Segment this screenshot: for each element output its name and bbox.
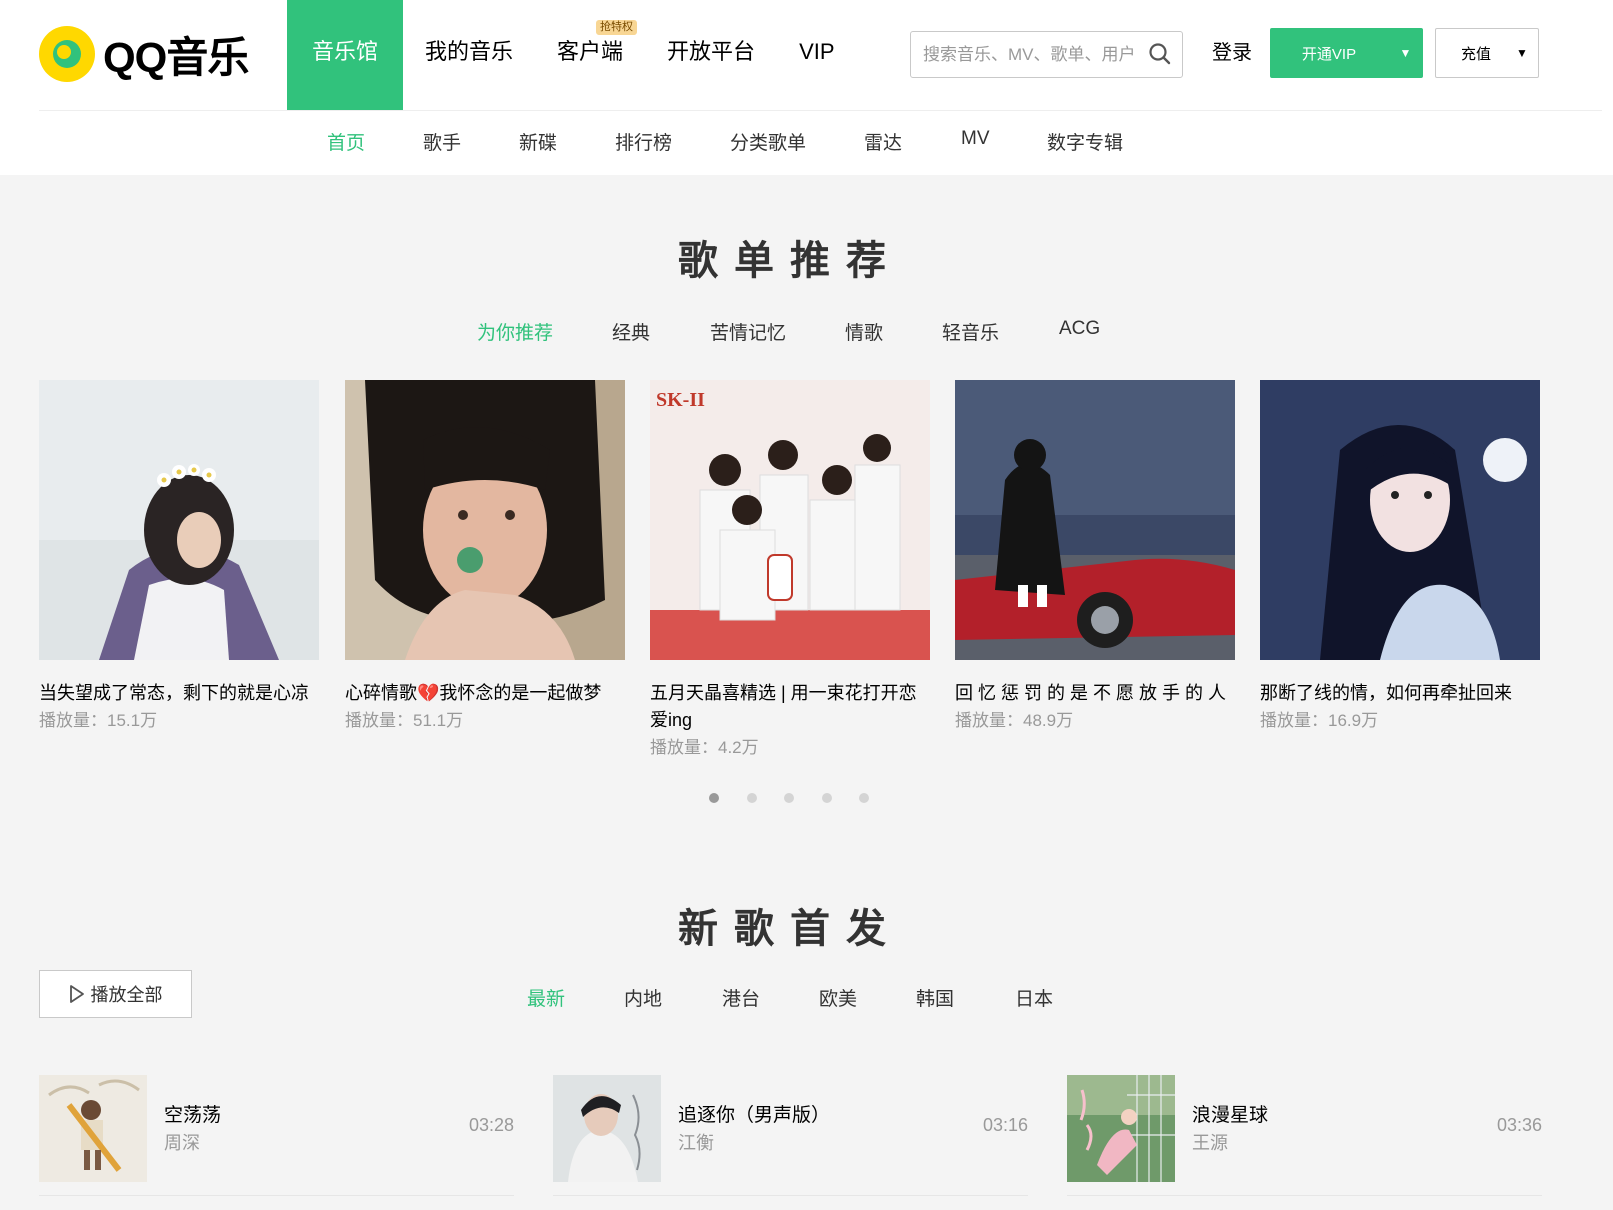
- tab-latest[interactable]: 最新: [527, 984, 565, 1011]
- tab-mainland[interactable]: 内地: [624, 984, 662, 1011]
- open-vip-label: 开通VIP: [1301, 45, 1357, 63]
- topnav-open-platform[interactable]: 开放平台: [645, 0, 777, 110]
- playlist-cover[interactable]: [39, 380, 319, 660]
- play-icon: [69, 985, 84, 1003]
- play-count: 播放量：16.9万: [1260, 711, 1379, 730]
- subnav-charts[interactable]: 排行榜: [615, 128, 672, 155]
- playlist-section-title: 歌单推荐: [678, 239, 902, 283]
- svg-text:SK-II: SK-II: [656, 389, 705, 411]
- playlist-title[interactable]: 五月天晶喜精选 | 用一束花打开恋爱ing: [650, 680, 930, 734]
- subnav-mv[interactable]: MV: [961, 128, 990, 150]
- play-count: 播放量：51.1万: [345, 711, 464, 730]
- playlist-title[interactable]: 那断了线的情，如何再牵扯回来: [1260, 680, 1540, 707]
- tab-light-music[interactable]: 轻音乐: [942, 318, 999, 345]
- subnav-digital-albums[interactable]: 数字专辑: [1047, 128, 1123, 155]
- topnav-label: 开放平台: [667, 39, 756, 64]
- song-cover[interactable]: [553, 1075, 661, 1182]
- open-vip-button[interactable]: 开通VIP ▼: [1270, 28, 1423, 78]
- playlist-cover[interactable]: [955, 380, 1235, 660]
- search-input[interactable]: [923, 32, 1148, 77]
- caret-down-icon[interactable]: ▼: [1388, 46, 1423, 60]
- carousel-dot[interactable]: [784, 793, 794, 803]
- playlist-title[interactable]: 当失望成了常态，剩下的就是心凉: [39, 680, 319, 707]
- tab-for-you[interactable]: 为你推荐: [477, 318, 553, 345]
- song-title[interactable]: 空荡荡: [164, 1100, 221, 1127]
- song-item[interactable]: 追逐你（男声版） 江衡 03:16: [553, 1075, 1028, 1196]
- qq-music-logo[interactable]: QQ音乐: [39, 26, 249, 82]
- site-header: QQ音乐 音乐馆 我的音乐 客户端 抢特权 开放平台 VIP 登录 开通VIP …: [0, 0, 1613, 175]
- subnav-new-albums[interactable]: 新碟: [519, 128, 557, 155]
- playlist-card[interactable]: 当失望成了常态，剩下的就是心凉 播放量：15.1万: [39, 380, 319, 734]
- topnav-label: 客户端: [557, 39, 624, 64]
- subnav-playlists[interactable]: 分类歌单: [730, 128, 806, 155]
- recharge-button[interactable]: 充值 ▼: [1435, 28, 1539, 78]
- tab-acg[interactable]: ACG: [1059, 318, 1100, 340]
- search-box: [910, 31, 1183, 78]
- song-divider: [553, 1195, 1028, 1196]
- tab-sad-memories[interactable]: 苦情记忆: [710, 318, 786, 345]
- tab-western[interactable]: 欧美: [819, 984, 857, 1011]
- privilege-badge: 抢特权: [596, 20, 638, 35]
- song-divider: [39, 1195, 514, 1196]
- logo-text: QQ音乐: [103, 33, 249, 81]
- play-count: 播放量：4.2万: [650, 738, 759, 757]
- song-artist[interactable]: 王源: [1192, 1129, 1228, 1155]
- playlist-card[interactable]: 那断了线的情，如何再牵扯回来 播放量：16.9万: [1260, 380, 1540, 734]
- song-artist[interactable]: 江衡: [678, 1129, 714, 1155]
- search-icon[interactable]: [1148, 42, 1172, 66]
- song-title[interactable]: 浪漫星球: [1192, 1100, 1268, 1127]
- carousel-dot[interactable]: [859, 793, 869, 803]
- playlist-title[interactable]: 心碎情歌💔我怀念的是一起做梦: [345, 680, 625, 707]
- play-all-label: 播放全部: [90, 985, 163, 1005]
- tab-classic[interactable]: 经典: [612, 318, 650, 345]
- tab-korea[interactable]: 韩国: [916, 984, 954, 1011]
- song-duration: 03:28: [468, 1115, 514, 1135]
- top-nav: 音乐馆 我的音乐 客户端 抢特权 开放平台 VIP: [287, 0, 857, 110]
- sub-nav: 首页 歌手 新碟 排行榜 分类歌单 雷达 MV 数字专辑: [0, 110, 1613, 175]
- song-cover[interactable]: [39, 1075, 147, 1182]
- recharge-label: 充值: [1460, 45, 1491, 63]
- song-title[interactable]: 追逐你（男声版）: [678, 1100, 830, 1127]
- topnav-label: 音乐馆: [312, 39, 379, 64]
- new-songs-section-title: 新歌首发: [678, 907, 902, 951]
- music-note-logo-icon: [39, 26, 95, 82]
- playlist-card[interactable]: 心碎情歌💔我怀念的是一起做梦 播放量：51.1万: [345, 380, 625, 734]
- tab-hk-tw[interactable]: 港台: [722, 984, 760, 1011]
- song-duration: 03:36: [1496, 1115, 1542, 1135]
- playlist-card[interactable]: SK-II 五月天晶喜精选 | 用一束花打开恋爱ing 播放量：4.2万: [650, 380, 930, 761]
- song-duration: 03:16: [982, 1115, 1028, 1135]
- playlist-title[interactable]: 回 忆 惩 罚 的 是 不 愿 放 手 的 人: [955, 680, 1235, 707]
- song-divider: [1067, 1195, 1542, 1196]
- song-item[interactable]: 空荡荡 周深 03:28: [39, 1075, 514, 1196]
- play-count: 播放量：15.1万: [39, 711, 158, 730]
- playlist-cover[interactable]: SK-II: [650, 380, 930, 660]
- playlist-cover[interactable]: [1260, 380, 1540, 660]
- carousel-dot[interactable]: [747, 793, 757, 803]
- subnav-home[interactable]: 首页: [327, 128, 365, 155]
- song-artist[interactable]: 周深: [164, 1129, 200, 1155]
- play-all-button[interactable]: 播放全部: [39, 970, 192, 1018]
- song-cover[interactable]: [1067, 1075, 1175, 1182]
- song-item[interactable]: 浪漫星球 王源 03:36: [1067, 1075, 1542, 1196]
- playlist-cover[interactable]: [345, 380, 625, 660]
- carousel-dot[interactable]: [822, 793, 832, 803]
- topnav-vip[interactable]: VIP: [777, 0, 856, 110]
- tab-love-songs[interactable]: 情歌: [845, 318, 883, 345]
- play-count: 播放量：48.9万: [955, 711, 1074, 730]
- carousel-dot[interactable]: [709, 793, 719, 803]
- tab-japan[interactable]: 日本: [1015, 984, 1053, 1011]
- subnav-radar[interactable]: 雷达: [864, 128, 902, 155]
- topnav-label: VIP: [799, 39, 835, 64]
- login-link[interactable]: 登录: [1212, 36, 1252, 65]
- topnav-my-music[interactable]: 我的音乐: [403, 0, 535, 110]
- topnav-label: 我的音乐: [425, 39, 514, 64]
- topnav-client[interactable]: 客户端 抢特权: [535, 0, 645, 110]
- topnav-music-hall[interactable]: 音乐馆: [287, 0, 404, 110]
- playlist-card[interactable]: 回 忆 惩 罚 的 是 不 愿 放 手 的 人 播放量：48.9万: [955, 380, 1235, 734]
- caret-down-icon[interactable]: ▼: [1516, 46, 1528, 60]
- subnav-singers[interactable]: 歌手: [423, 128, 461, 155]
